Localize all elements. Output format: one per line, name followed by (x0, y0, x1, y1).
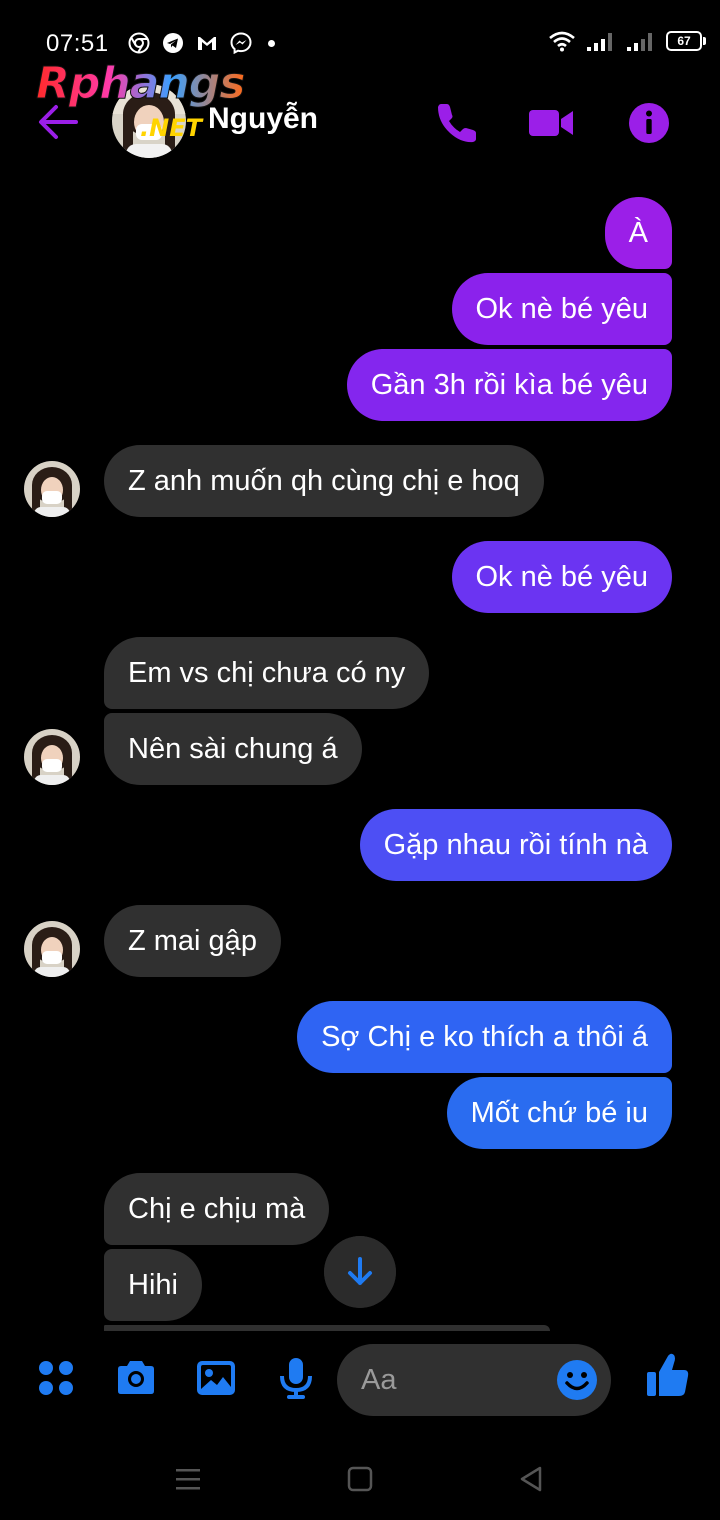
sender-avatar[interactable] (24, 729, 80, 785)
wifi-icon (549, 31, 575, 52)
message-bubble-outgoing[interactable]: Gặp nhau rồi tính nà (359, 809, 672, 881)
phone-icon[interactable] (432, 98, 482, 148)
contact-name[interactable]: Nguyễn (208, 102, 318, 136)
apps-icon[interactable] (34, 1356, 78, 1400)
message-bubble-incoming[interactable]: Z mai gập (104, 905, 281, 977)
system-navigation-bar (0, 1440, 720, 1520)
status-notification-icons (128, 32, 275, 54)
recents-icon[interactable] (170, 1464, 206, 1496)
thumbs-up-icon[interactable] (644, 1350, 692, 1400)
camera-icon[interactable] (114, 1356, 158, 1400)
signal-icon-2 (627, 33, 652, 51)
status-time: 07:51 (46, 30, 109, 57)
telegram-icon (163, 33, 183, 53)
message-input-placeholder: Aa (361, 1364, 397, 1396)
sender-avatar[interactable] (24, 921, 80, 977)
message-bubble-partial (104, 1325, 550, 1331)
message-bubble-outgoing[interactable]: Gần 3h rồi kìa bé yêu (346, 349, 672, 421)
microphone-icon[interactable] (274, 1356, 318, 1400)
home-icon[interactable] (342, 1464, 378, 1496)
video-camera-icon[interactable] (526, 98, 576, 148)
gmail-icon (198, 37, 216, 50)
gallery-icon[interactable] (194, 1356, 238, 1400)
sender-avatar[interactable] (24, 461, 80, 517)
status-system-icons: 67 (548, 30, 706, 52)
signal-icon (587, 33, 612, 51)
message-bubble-incoming[interactable]: Z anh muốn qh cùng chị e hoq (104, 445, 544, 517)
chrome-icon (128, 32, 150, 54)
messenger-icon (230, 32, 252, 54)
scroll-to-bottom-button[interactable] (324, 1236, 396, 1308)
message-composer: Aa (0, 1336, 720, 1428)
contact-avatar[interactable] (112, 84, 186, 158)
emoji-icon[interactable] (555, 1358, 599, 1402)
avatar-photo (24, 729, 80, 785)
message-bubble-incoming[interactable]: Nên sài chung á (104, 713, 362, 785)
avatar-photo (24, 461, 80, 517)
message-bubble-outgoing[interactable]: Ok nè bé yêu (451, 273, 672, 345)
message-bubble-incoming[interactable]: Chị e chịu mà (104, 1173, 330, 1245)
avatar-photo (24, 921, 80, 977)
conversation-header: Nguyễn Rphangs .NET (0, 58, 720, 184)
message-bubble-incoming[interactable]: Em vs chị chưa có ny (104, 637, 430, 709)
notification-dot (268, 39, 275, 47)
avatar-photo (112, 84, 186, 158)
back-icon[interactable] (514, 1464, 550, 1496)
message-bubble-outgoing[interactable]: Ok nè bé yêu (451, 541, 672, 613)
info-icon[interactable] (624, 98, 674, 148)
status-bar: 07:51 67 (0, 0, 720, 88)
message-bubble-incoming[interactable]: Hihi (104, 1249, 202, 1321)
battery-icon: 67 (666, 31, 706, 51)
message-bubble-outgoing[interactable]: À (604, 197, 672, 269)
back-arrow-icon[interactable] (36, 102, 80, 142)
message-input[interactable]: Aa (337, 1344, 611, 1416)
message-bubble-outgoing[interactable]: Mốt chứ bé iu (446, 1077, 672, 1149)
message-bubble-outgoing[interactable]: Sợ Chị e ko thích a thôi á (297, 1001, 672, 1073)
